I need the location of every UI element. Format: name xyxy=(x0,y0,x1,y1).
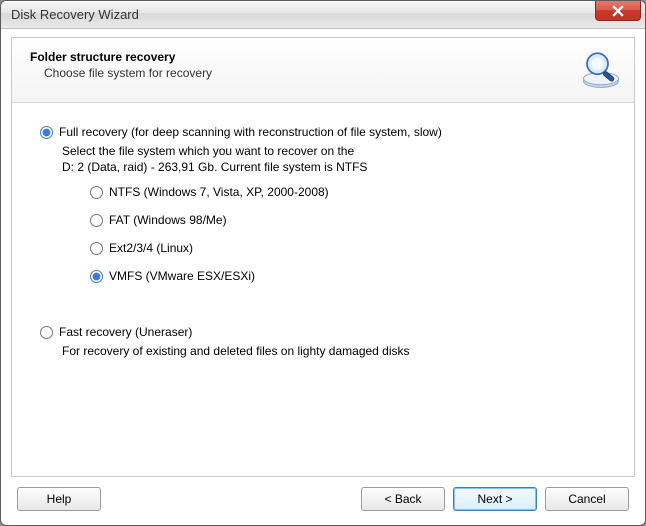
inner-panel: Folder structure recovery Choose file sy… xyxy=(11,37,635,477)
header-title: Folder structure recovery xyxy=(30,50,212,64)
fast-recovery-description: For recovery of existing and deleted fil… xyxy=(62,343,606,359)
header-subtitle: Choose file system for recovery xyxy=(44,66,212,80)
fs-label-vmfs[interactable]: VMFS (VMware ESX/ESXi) xyxy=(109,269,255,283)
fast-recovery-radio[interactable] xyxy=(40,326,53,339)
window-title: Disk Recovery Wizard xyxy=(11,7,139,22)
wizard-content: Full recovery (for deep scanning with re… xyxy=(12,103,634,476)
fast-recovery-option[interactable]: Fast recovery (Uneraser) xyxy=(40,325,606,339)
fs-option-ntfs[interactable]: NTFS (Windows 7, Vista, XP, 2000-2008) xyxy=(90,185,606,199)
full-recovery-radio[interactable] xyxy=(40,126,53,139)
fs-label-ext[interactable]: Ext2/3/4 (Linux) xyxy=(109,241,193,255)
fs-radio-fat[interactable] xyxy=(90,214,103,227)
full-recovery-description: Select the file system which you want to… xyxy=(62,143,606,175)
close-icon xyxy=(612,5,624,17)
back-button[interactable]: < Back xyxy=(361,487,445,511)
full-recovery-desc-line2: D: 2 (Data, raid) - 263,91 Gb. Current f… xyxy=(62,159,606,175)
header-text: Folder structure recovery Choose file sy… xyxy=(30,48,212,80)
wizard-window: Disk Recovery Wizard Folder structure re… xyxy=(0,0,646,526)
fs-radio-ext[interactable] xyxy=(90,242,103,255)
full-recovery-label[interactable]: Full recovery (for deep scanning with re… xyxy=(59,125,442,139)
fs-radio-ntfs[interactable] xyxy=(90,186,103,199)
fs-option-vmfs[interactable]: VMFS (VMware ESX/ESXi) xyxy=(90,269,606,283)
magnifier-disk-icon xyxy=(580,48,622,90)
wizard-header: Folder structure recovery Choose file sy… xyxy=(12,38,634,103)
fs-radio-vmfs[interactable] xyxy=(90,270,103,283)
button-bar: Help < Back Next > Cancel xyxy=(11,477,635,515)
full-recovery-option[interactable]: Full recovery (for deep scanning with re… xyxy=(40,125,606,139)
fs-option-ext[interactable]: Ext2/3/4 (Linux) xyxy=(90,241,606,255)
close-button[interactable] xyxy=(595,1,641,21)
fs-label-fat[interactable]: FAT (Windows 98/Me) xyxy=(109,213,227,227)
fast-recovery-label[interactable]: Fast recovery (Uneraser) xyxy=(59,325,192,339)
cancel-button[interactable]: Cancel xyxy=(545,487,629,511)
fs-option-fat[interactable]: FAT (Windows 98/Me) xyxy=(90,213,606,227)
fs-label-ntfs[interactable]: NTFS (Windows 7, Vista, XP, 2000-2008) xyxy=(109,185,329,199)
titlebar: Disk Recovery Wizard xyxy=(1,1,645,29)
next-button[interactable]: Next > xyxy=(453,487,537,511)
help-button[interactable]: Help xyxy=(17,487,101,511)
full-recovery-desc-line1: Select the file system which you want to… xyxy=(62,143,606,159)
body-area: Folder structure recovery Choose file sy… xyxy=(1,29,645,525)
filesystem-list: NTFS (Windows 7, Vista, XP, 2000-2008) F… xyxy=(90,185,606,283)
